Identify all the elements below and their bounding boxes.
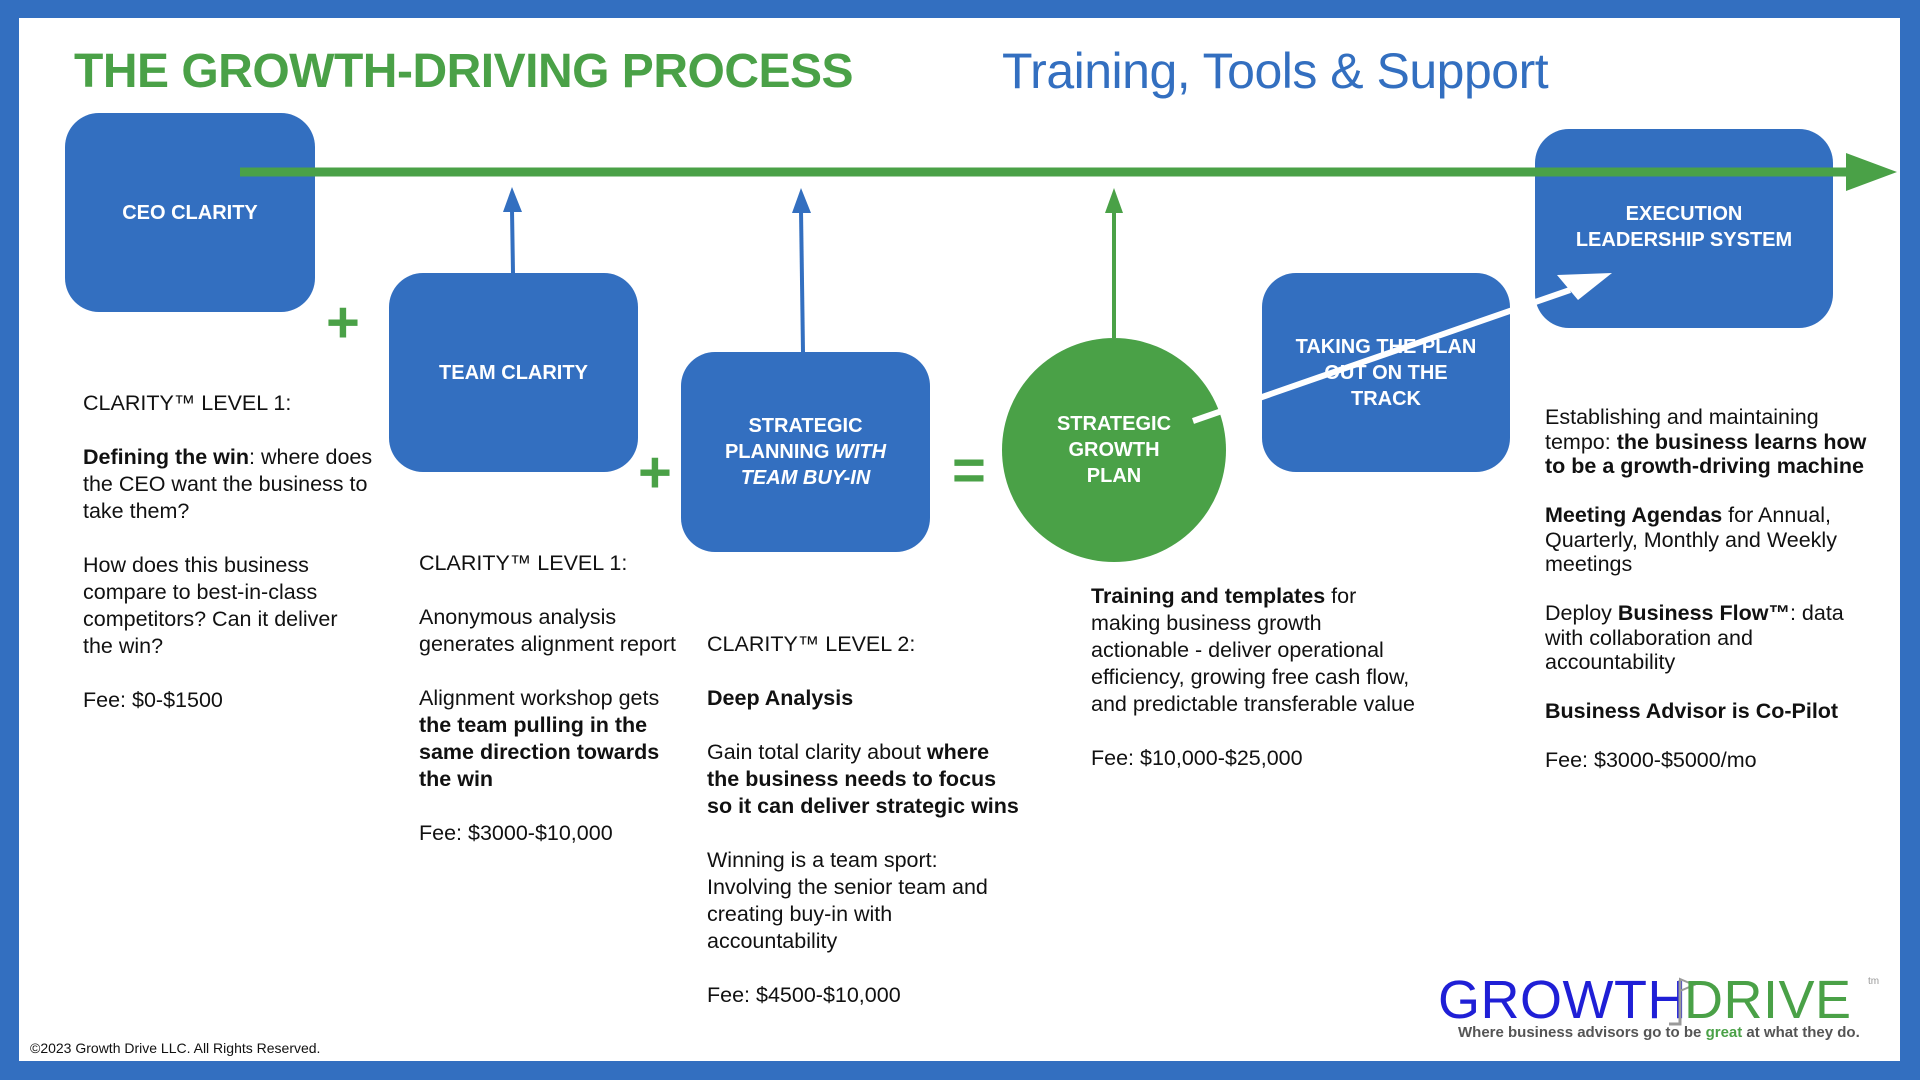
strategic-up-arrowhead <box>792 188 811 213</box>
logo-word-drive: DRIVE <box>1684 970 1852 1030</box>
team-fee: Fee: $3000-$10,000 <box>419 821 613 845</box>
column-team-clarity: CLARITY™ LEVEL 1: Anonymous analysis gen… <box>419 550 691 874</box>
column-ceo-clarity: CLARITY™ LEVEL 1: Defining the win: wher… <box>83 390 373 741</box>
strategic-fee: Fee: $4500-$10,000 <box>707 983 901 1007</box>
track-diagonal-arrow <box>1192 273 1612 424</box>
logo-word-growth: GROWTH <box>1438 970 1687 1030</box>
team-heading: CLARITY™ LEVEL 1: <box>419 551 628 575</box>
column-strategic-planning: CLARITY™ LEVEL 2: Deep Analysis Gain tot… <box>707 631 1027 1036</box>
plan-up-arrow <box>1105 188 1123 338</box>
logo-tagline-lead: Where business advisors go to be <box>1458 1024 1706 1041</box>
execution-p3-lead: Deploy <box>1545 601 1618 625</box>
logo-tagline-tail: at what they do. <box>1742 1024 1860 1041</box>
column-execution-leadership: Establishing and maintaining tempo: the … <box>1545 405 1870 797</box>
ceo-fee: Fee: $0-$1500 <box>83 688 223 712</box>
team-up-arrowhead <box>503 187 522 212</box>
execution-p2-bold: Meeting Agendas <box>1545 503 1723 527</box>
team-p1: Anonymous analysis generates alignment r… <box>419 605 676 656</box>
team-up-arrow <box>503 187 522 274</box>
strategic-up-arrow <box>792 188 811 353</box>
main-timeline-arrow <box>240 153 1897 191</box>
plan-fee: Fee: $10,000-$25,000 <box>1091 746 1303 770</box>
growth-drive-logo: GROWTH DRIVE tm Where business advisors … <box>1438 970 1880 1044</box>
logo-trademark: tm <box>1868 976 1880 987</box>
ceo-heading: CLARITY™ LEVEL 1: <box>83 391 292 415</box>
strategic-heading: CLARITY™ LEVEL 2: <box>707 632 916 656</box>
team-p2-text: Alignment workshop gets <box>419 686 660 710</box>
logo-tagline: Where business advisors go to be great a… <box>1458 1024 1860 1041</box>
logo-tagline-accent: great <box>1705 1024 1743 1041</box>
team-p2-bold: the team pulling in the same direction t… <box>419 713 660 791</box>
strategic-p2: Winning is a team sport: Involving the s… <box>707 848 988 953</box>
execution-p4-bold: Business Advisor is Co-Pilot <box>1545 699 1839 723</box>
copyright-notice: ©2023 Growth Drive LLC. All Rights Reser… <box>30 1040 321 1056</box>
plus-operator-2: + <box>638 440 672 505</box>
strategic-p1-text: Gain total clarity about <box>707 740 927 764</box>
ceo-p2: How does this business compare to best-i… <box>83 553 338 658</box>
plus-operator-1: + <box>326 290 360 355</box>
strategic-subheading: Deep Analysis <box>707 686 854 710</box>
execution-fee: Fee: $3000-$5000/mo <box>1545 748 1757 772</box>
column-strategic-growth-plan: Training and templates for making busine… <box>1091 583 1421 799</box>
plan-up-arrowhead <box>1105 188 1123 213</box>
ceo-p1-bold: Defining the win <box>83 445 250 469</box>
equals-operator: = <box>952 438 986 503</box>
main-timeline-arrowhead <box>1846 153 1897 191</box>
plan-p1-bold: Training and templates <box>1091 584 1326 608</box>
track-diagonal-arrowhead <box>1557 273 1612 300</box>
execution-p3-bold: Business Flow™ <box>1617 601 1790 625</box>
